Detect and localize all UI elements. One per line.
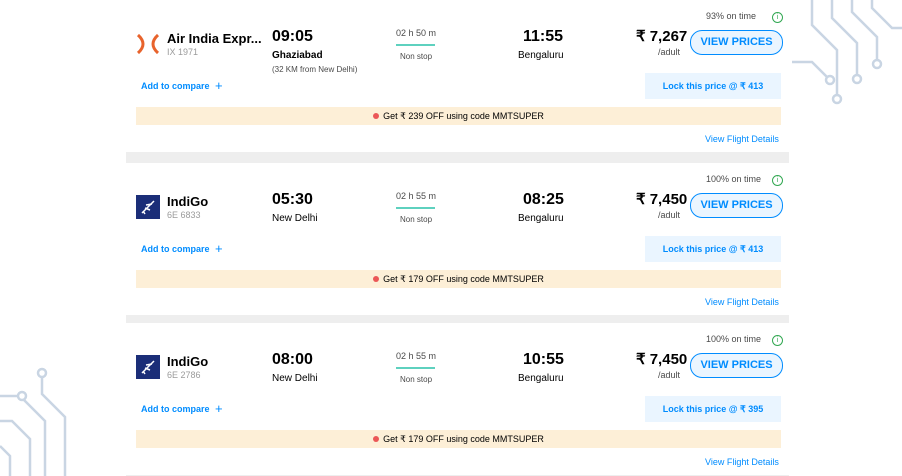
- circuit-decoration-icon: [792, 0, 902, 105]
- stops-label: Non stop: [400, 215, 433, 224]
- departure-time: 09:05: [272, 28, 313, 45]
- indigo-logo-icon: [136, 195, 160, 219]
- departure-city: New Delhi: [272, 213, 318, 224]
- price: ₹ 7,450: [636, 191, 688, 208]
- flight-card[interactable]: IndiGo 6E 2786 08:00 New Delhi 02 h 55 m…: [126, 323, 789, 475]
- view-prices-button[interactable]: VIEW PRICES: [690, 30, 783, 55]
- arrival-city: Bengaluru: [518, 50, 564, 61]
- lock-price-button[interactable]: Lock this price @ ₹ 413: [645, 236, 781, 262]
- offer-dot-icon: [373, 112, 380, 119]
- view-prices-button[interactable]: VIEW PRICES: [690, 353, 783, 378]
- flight-number: 6E 2786: [167, 370, 201, 380]
- lock-price-button[interactable]: Lock this price @ ₹ 395: [645, 396, 781, 422]
- flight-duration: 02 h 55 m: [396, 191, 437, 201]
- add-to-compare-link[interactable]: Add to compare: [141, 404, 210, 414]
- airline-name: IndiGo: [167, 194, 209, 209]
- plus-icon[interactable]: +: [215, 401, 223, 416]
- stops-label: Non stop: [400, 375, 433, 384]
- view-flight-details-link[interactable]: View Flight Details: [705, 297, 779, 307]
- offer-banner: Get ₹ 179 OFF using code MMTSUPER: [136, 430, 781, 448]
- duration-line: [396, 367, 435, 369]
- flight-card[interactable]: Air India Expr... IX 1971 09:05 Ghaziaba…: [126, 0, 789, 152]
- add-to-compare-link[interactable]: Add to compare: [141, 81, 210, 91]
- offer-text: Get ₹ 179 OFF using code MMTSUPER: [383, 274, 544, 284]
- flight-duration: 02 h 55 m: [396, 351, 437, 361]
- offer-dot-icon: [373, 275, 380, 282]
- airline-name: Air India Expr...: [167, 31, 262, 46]
- duration-line: [396, 207, 435, 209]
- offer-dot-icon: [373, 435, 380, 442]
- view-prices-button[interactable]: VIEW PRICES: [690, 193, 783, 218]
- departure-time: 08:00: [272, 351, 313, 368]
- price-unit: /adult: [658, 47, 681, 57]
- price: ₹ 7,450: [636, 351, 688, 368]
- info-icon[interactable]: i: [772, 12, 783, 23]
- price-unit: /adult: [658, 210, 681, 220]
- flight-number: IX 1971: [167, 47, 199, 57]
- flight-duration: 02 h 50 m: [396, 28, 437, 38]
- flight-number: 6E 6833: [167, 210, 201, 220]
- stops-label: Non stop: [400, 52, 433, 61]
- price-unit: /adult: [658, 370, 681, 380]
- offer-text: Get ₹ 179 OFF using code MMTSUPER: [383, 434, 544, 444]
- arrival-city: Bengaluru: [518, 373, 564, 384]
- plus-icon[interactable]: +: [215, 78, 223, 93]
- on-time-badge: 93% on time: [706, 11, 757, 21]
- on-time-badge: 100% on time: [706, 334, 762, 344]
- plus-icon[interactable]: +: [215, 241, 223, 256]
- view-flight-details-link[interactable]: View Flight Details: [705, 457, 779, 467]
- indigo-logo-icon: [136, 355, 160, 379]
- flight-results-list: Air India Expr... IX 1971 09:05 Ghaziaba…: [126, 0, 789, 476]
- info-icon[interactable]: i: [772, 175, 783, 186]
- offer-banner: Get ₹ 239 OFF using code MMTSUPER: [136, 107, 781, 125]
- arrival-time: 08:25: [523, 191, 564, 208]
- view-flight-details-link[interactable]: View Flight Details: [705, 134, 779, 144]
- lock-price-button[interactable]: Lock this price @ ₹ 413: [645, 73, 781, 99]
- on-time-badge: 100% on time: [706, 174, 762, 184]
- departure-city: New Delhi: [272, 373, 318, 384]
- air-india-express-logo-icon: [136, 33, 160, 55]
- arrival-city: Bengaluru: [518, 213, 564, 224]
- price: ₹ 7,267: [636, 28, 688, 45]
- offer-text: Get ₹ 239 OFF using code MMTSUPER: [383, 111, 544, 121]
- departure-distance-note: (32 KM from New Delhi): [272, 65, 358, 74]
- offer-banner: Get ₹ 179 OFF using code MMTSUPER: [136, 270, 781, 288]
- duration-line: [396, 44, 435, 46]
- circuit-decoration-icon: [0, 367, 67, 476]
- flight-card[interactable]: IndiGo 6E 6833 05:30 New Delhi 02 h 55 m…: [126, 163, 789, 315]
- arrival-time: 11:55: [523, 28, 564, 45]
- airline-name: IndiGo: [167, 354, 209, 369]
- arrival-time: 10:55: [523, 351, 564, 368]
- info-icon[interactable]: i: [772, 335, 783, 346]
- departure-city: Ghaziabad: [272, 50, 323, 61]
- add-to-compare-link[interactable]: Add to compare: [141, 244, 210, 254]
- departure-time: 05:30: [272, 191, 313, 208]
